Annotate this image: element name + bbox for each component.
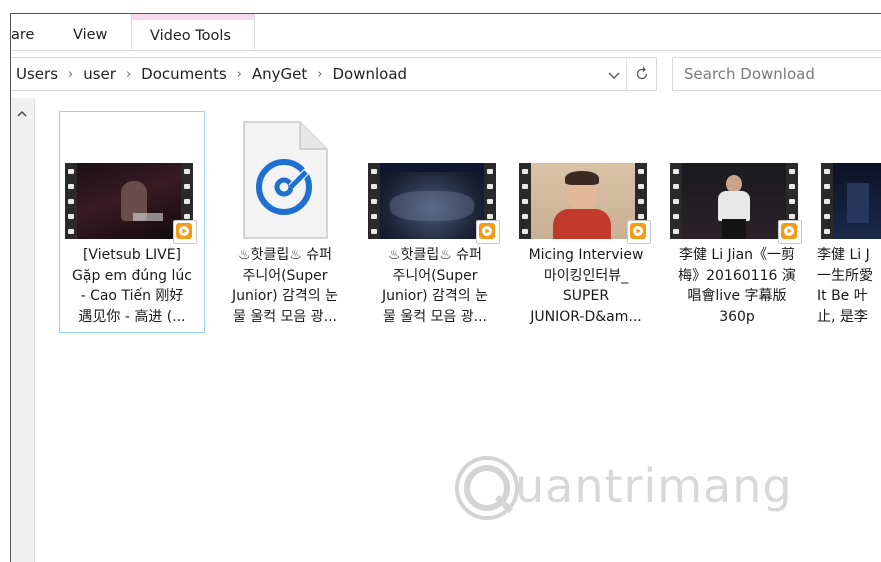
file-list: [Vietsub LIVE] Gặp em đúng lúc - Cao Tiế… [35, 98, 881, 562]
file-item[interactable]: 李健 Li J 一生所愛 It Be 叶 止, 是李 [815, 111, 881, 333]
filmstrip-left [821, 163, 833, 239]
navigation-pane-scrollbar[interactable] [11, 98, 35, 562]
video-thumbnail [670, 163, 802, 244]
video-frame [380, 163, 484, 239]
video-frame [77, 163, 181, 239]
video-frame [531, 163, 635, 239]
video-frame [682, 163, 786, 239]
tab-video-tools-label: Video Tools [150, 28, 231, 44]
crumb-download[interactable]: Download [332, 65, 407, 83]
chevron-right-icon[interactable]: › [317, 67, 322, 82]
search-input[interactable] [684, 64, 881, 84]
contextual-tab-highlight [132, 14, 254, 20]
file-item[interactable]: Micing Interview 마이킹인터뷰_ SUPER JUNIOR-D&… [513, 111, 659, 333]
tab-video-tools[interactable]: Video Tools [131, 14, 255, 49]
file-item[interactable]: ♨핫클립♨ 슈퍼 주니어(Super Junior) 감격의 눈 물 울컥 모음… [362, 111, 508, 333]
video-thumbnail [519, 163, 651, 244]
address-row: Users › user › Documents › AnyGet › Down… [11, 51, 881, 97]
file-name: 李健 Li J 一生所愛 It Be 叶 止, 是李 [817, 247, 873, 325]
crumb-anyget[interactable]: AnyGet [252, 65, 307, 83]
play-badge-icon [476, 220, 500, 244]
filmstrip-left [65, 163, 77, 239]
refresh-icon [636, 67, 647, 80]
file-item[interactable]: ♨핫클립♨ 슈퍼 주니어(Super Junior) 감격의 눈 물 울컥 모음… [212, 111, 358, 333]
file-explorer-window: are View Video Tools Users › user › Docu… [10, 13, 881, 562]
search-box[interactable] [672, 57, 881, 91]
ribbon-tab-bar: are View Video Tools [11, 14, 881, 51]
video-thumbnail [821, 163, 881, 239]
address-bar[interactable]: Users › user › Documents › AnyGet › Down… [11, 57, 657, 91]
breadcrumb: Users › user › Documents › AnyGet › Down… [16, 58, 407, 90]
chevron-right-icon[interactable]: › [237, 67, 242, 82]
crumb-user[interactable]: user [83, 65, 116, 83]
file-item[interactable]: 李健 Li Jian《一剪 梅》20160116 演 唱會live 字幕版 36… [664, 111, 810, 333]
chevron-right-icon[interactable]: › [68, 67, 73, 82]
file-name: Micing Interview 마이킹인터뷰_ SUPER JUNIOR-D&… [528, 247, 644, 325]
play-badge-icon [778, 220, 802, 244]
filmstrip-left [519, 163, 531, 239]
watermark-text: uantrimang [515, 459, 793, 513]
screen-margin-left [0, 0, 10, 561]
video-thumbnail [368, 163, 500, 244]
tab-share-label: are [11, 27, 35, 43]
refresh-button[interactable] [626, 58, 656, 90]
chevron-down-icon[interactable] [607, 67, 621, 81]
file-name: 李健 Li Jian《一剪 梅》20160116 演 唱會live 字幕版 36… [678, 247, 796, 325]
file-name: [Vietsub LIVE] Gặp em đúng lúc - Cao Tiế… [72, 247, 192, 325]
file-name: ♨핫클립♨ 슈퍼 주니어(Super Junior) 감격의 눈 물 울컥 모음… [382, 247, 488, 325]
video-frame [833, 163, 881, 239]
crumb-documents[interactable]: Documents [141, 65, 227, 83]
groove-music-file-icon [238, 121, 328, 239]
file-item[interactable]: [Vietsub LIVE] Gặp em đúng lúc - Cao Tiế… [59, 111, 205, 333]
tab-share[interactable]: are [11, 22, 34, 48]
play-badge-icon [627, 220, 651, 244]
scroll-up-arrow-icon[interactable] [15, 106, 29, 120]
filmstrip-left [670, 163, 682, 239]
file-name: ♨핫클립♨ 슈퍼 주니어(Super Junior) 감격의 눈 물 울컥 모음… [232, 247, 338, 325]
video-thumbnail [65, 163, 197, 244]
watermark-logo: uantrimang [453, 453, 792, 523]
play-badge-icon [173, 220, 197, 244]
tab-view[interactable]: View [73, 22, 107, 48]
screen-margin-top [0, 0, 881, 13]
chevron-right-icon[interactable]: › [126, 67, 131, 82]
crumb-users[interactable]: Users [16, 65, 58, 83]
filmstrip-left [368, 163, 380, 239]
tab-view-label: View [73, 27, 108, 43]
